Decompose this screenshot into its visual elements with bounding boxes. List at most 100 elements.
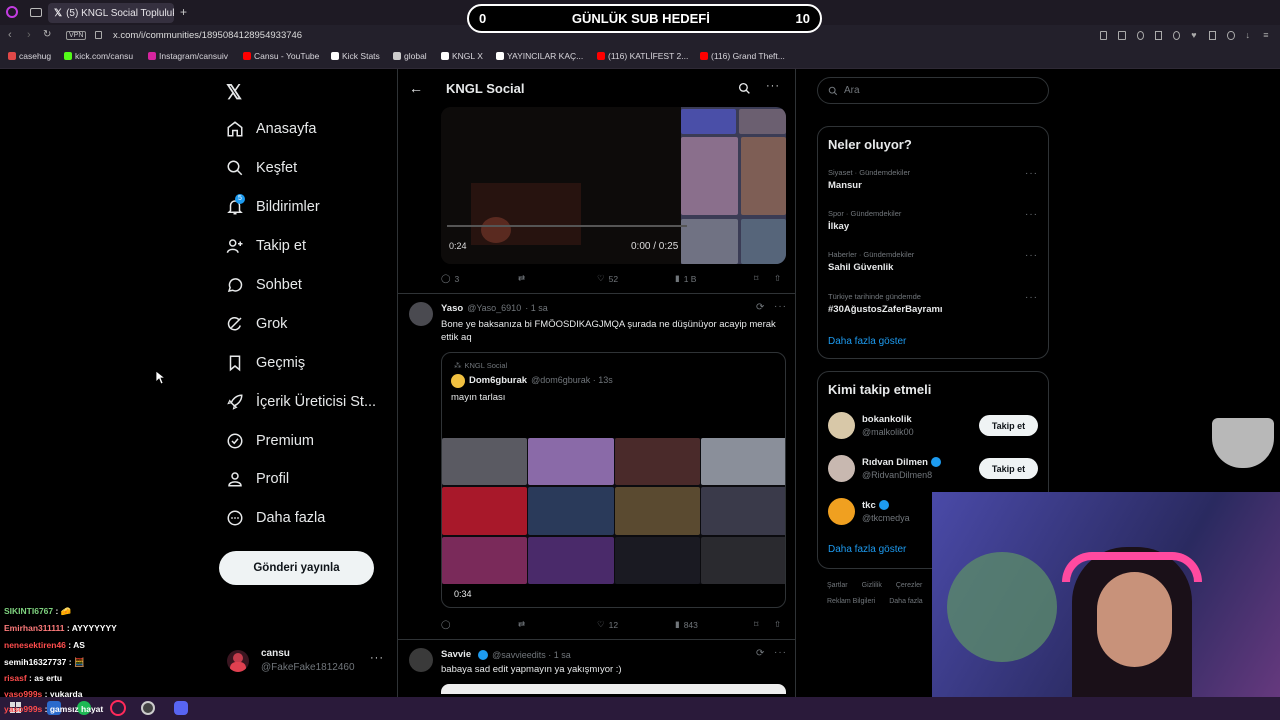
author-name[interactable]: Savvie	[441, 649, 471, 660]
search-icon[interactable]	[738, 82, 751, 95]
heart-icon[interactable]: ♥	[1191, 31, 1198, 40]
glass-icon	[1212, 418, 1274, 468]
post-button[interactable]: Gönderi yayınla	[219, 551, 374, 585]
follow-button[interactable]: Takip et	[979, 415, 1038, 436]
bookmark-item[interactable]: (116) KATLİFEST 2...	[597, 51, 688, 61]
chat-user: risasf	[4, 673, 27, 683]
footer-link[interactable]: Çerezler	[896, 582, 922, 589]
profile-icon[interactable]	[1227, 31, 1235, 40]
views-action[interactable]: ▮ 843	[675, 619, 698, 630]
more-options-icon[interactable]: ···	[774, 301, 787, 312]
nav-premium[interactable]: Premium	[226, 432, 314, 450]
views-action[interactable]: ▮ 1 B	[675, 273, 696, 284]
trend-more-icon[interactable]: ···	[1025, 209, 1038, 220]
follow-suggestion[interactable]: tkc @tkcmedya	[828, 498, 910, 525]
back-arrow-icon[interactable]: ←	[409, 80, 423, 96]
bookmark-item[interactable]: Instagram/cansuiv	[148, 51, 228, 61]
extensions-icon[interactable]	[1209, 31, 1217, 40]
share-action[interactable]: ⇧	[774, 619, 781, 630]
bookmark-item[interactable]: global	[393, 51, 427, 61]
wallet-icon[interactable]	[1154, 31, 1162, 40]
search-input[interactable]: Ara	[817, 77, 1049, 104]
follow-button[interactable]: Takip et	[979, 458, 1038, 479]
nav-profile[interactable]: Profil	[226, 470, 289, 488]
nav-notifications[interactable]: 5 Bildirimler	[226, 194, 320, 216]
footer-link[interactable]: Reklam Bilgileri	[827, 598, 875, 605]
nav-bookmarks[interactable]: Geçmiş	[226, 354, 305, 372]
snapshot-icon[interactable]	[1118, 31, 1126, 40]
grok-action-icon[interactable]: ⟳	[756, 302, 764, 313]
avatar[interactable]	[409, 648, 433, 672]
nav-explore[interactable]: Keşfet	[226, 159, 297, 177]
active-tab[interactable]: 𝕏 (5) KNGL Social Topluluk / X	[48, 3, 174, 23]
trend-item[interactable]: Haberler · Gündemdekiler Sahil Güvenlik	[828, 250, 914, 273]
trend-item[interactable]: Türkiye tarihinde gündemde #30AğustosZafe…	[828, 292, 943, 315]
footer-link[interactable]: Daha fazla	[889, 598, 922, 605]
share-action[interactable]: ⇧	[774, 273, 781, 284]
footer-link[interactable]: Şartlar	[827, 582, 848, 589]
bookmark-item[interactable]: YAYINCILAR KAÇ...	[496, 51, 583, 61]
nav-home[interactable]: Anasayfa	[226, 120, 316, 138]
tab-overview-icon[interactable]	[30, 8, 42, 17]
vpn-badge[interactable]: VPN	[66, 31, 87, 40]
more-options-icon[interactable]: ···	[766, 80, 780, 92]
reply-action[interactable]: ◯ 3	[441, 273, 459, 284]
nav-more[interactable]: Daha fazla	[226, 509, 325, 527]
follow-suggestion[interactable]: Rıdvan Dilmen @RidvanDilmen8	[828, 455, 941, 482]
repost-action[interactable]: ⇄	[518, 273, 525, 284]
reload-icon[interactable]: ↻	[43, 29, 51, 40]
trend-more-icon[interactable]: ···	[1025, 292, 1038, 303]
opera-gx-icon[interactable]	[110, 700, 126, 716]
grok-action-icon[interactable]: ⟳	[756, 648, 764, 659]
discord-icon[interactable]	[174, 701, 188, 715]
bookmark-item[interactable]: KNGL X	[441, 51, 483, 61]
forward-icon[interactable]: ›	[27, 29, 31, 41]
trend-more-icon[interactable]: ···	[1025, 250, 1038, 261]
nav-label: Keşfet	[256, 160, 298, 176]
nav-follow[interactable]: Takip et	[226, 237, 306, 255]
footer-link[interactable]: Gizlilik	[862, 582, 882, 589]
bookmark-action[interactable]: ⌑	[754, 273, 758, 284]
bookmark-page-icon[interactable]	[1100, 31, 1108, 40]
follow-suggestion[interactable]: bokankolik @malkolik00	[828, 412, 914, 439]
url-field[interactable]: x.com/i/communities/1895084128954933746	[113, 30, 302, 41]
new-tab-icon[interactable]: +	[180, 5, 187, 19]
avatar[interactable]	[409, 302, 433, 326]
quote-video[interactable]	[442, 438, 785, 584]
menu-icon[interactable]: ≡	[1263, 31, 1270, 40]
avatar[interactable]	[227, 650, 249, 672]
video-progress-track[interactable]	[447, 225, 687, 227]
trend-item[interactable]: Spor · Gündemdekiler İlkay	[828, 209, 901, 232]
nav-creator-studio[interactable]: İçerik Üreticisi St...	[226, 393, 376, 411]
bookmark-item[interactable]: kick.com/cansu	[64, 51, 133, 61]
author-name[interactable]: Yaso	[441, 303, 463, 314]
nav-chat[interactable]: Sohbet	[226, 276, 302, 294]
bookmark-item[interactable]: Cansu - YouTube	[243, 51, 319, 61]
bookmark-label: Cansu - YouTube	[254, 51, 320, 61]
quoted-tweet[interactable]: ⁂ KNGL Social Dom6gburak @dom6gburak · 13…	[441, 352, 786, 608]
who-to-follow-show-more-link[interactable]: Daha fazla göster	[828, 544, 906, 555]
back-icon[interactable]: ‹	[8, 29, 12, 41]
bookmark-item[interactable]: (116) Grand Theft...	[700, 51, 785, 61]
like-action[interactable]: ♡ 12	[597, 619, 618, 630]
x-logo-icon[interactable]: 𝕏	[226, 80, 242, 105]
nav-grok[interactable]: Grok	[226, 315, 287, 333]
obs-icon[interactable]	[141, 701, 155, 715]
download-icon[interactable]: ↓	[1246, 31, 1253, 40]
trend-item[interactable]: Siyaset · Gündemdekiler Mansur	[828, 168, 910, 191]
shield-icon[interactable]	[1136, 31, 1144, 40]
tweet-media-preview[interactable]	[441, 684, 786, 694]
bookmark-item[interactable]: casehug	[8, 51, 51, 61]
more-options-icon[interactable]: ···	[774, 647, 787, 658]
like-action[interactable]: ♡ 52	[597, 273, 618, 284]
opera-logo-icon[interactable]	[6, 6, 18, 18]
bookmark-item[interactable]: Kick Stats	[331, 51, 380, 61]
repost-action[interactable]: ⇄	[518, 619, 525, 630]
bookmark-action[interactable]: ⌑	[754, 619, 758, 630]
trend-more-icon[interactable]: ···	[1025, 168, 1038, 179]
account-menu-icon[interactable]: ···	[370, 652, 384, 664]
trends-show-more-link[interactable]: Daha fazla göster	[828, 336, 906, 347]
player-icon[interactable]	[1173, 31, 1181, 40]
video-player[interactable]: 0:24 0:00 / 0:25	[441, 107, 786, 264]
reply-action[interactable]: ◯	[441, 619, 451, 630]
